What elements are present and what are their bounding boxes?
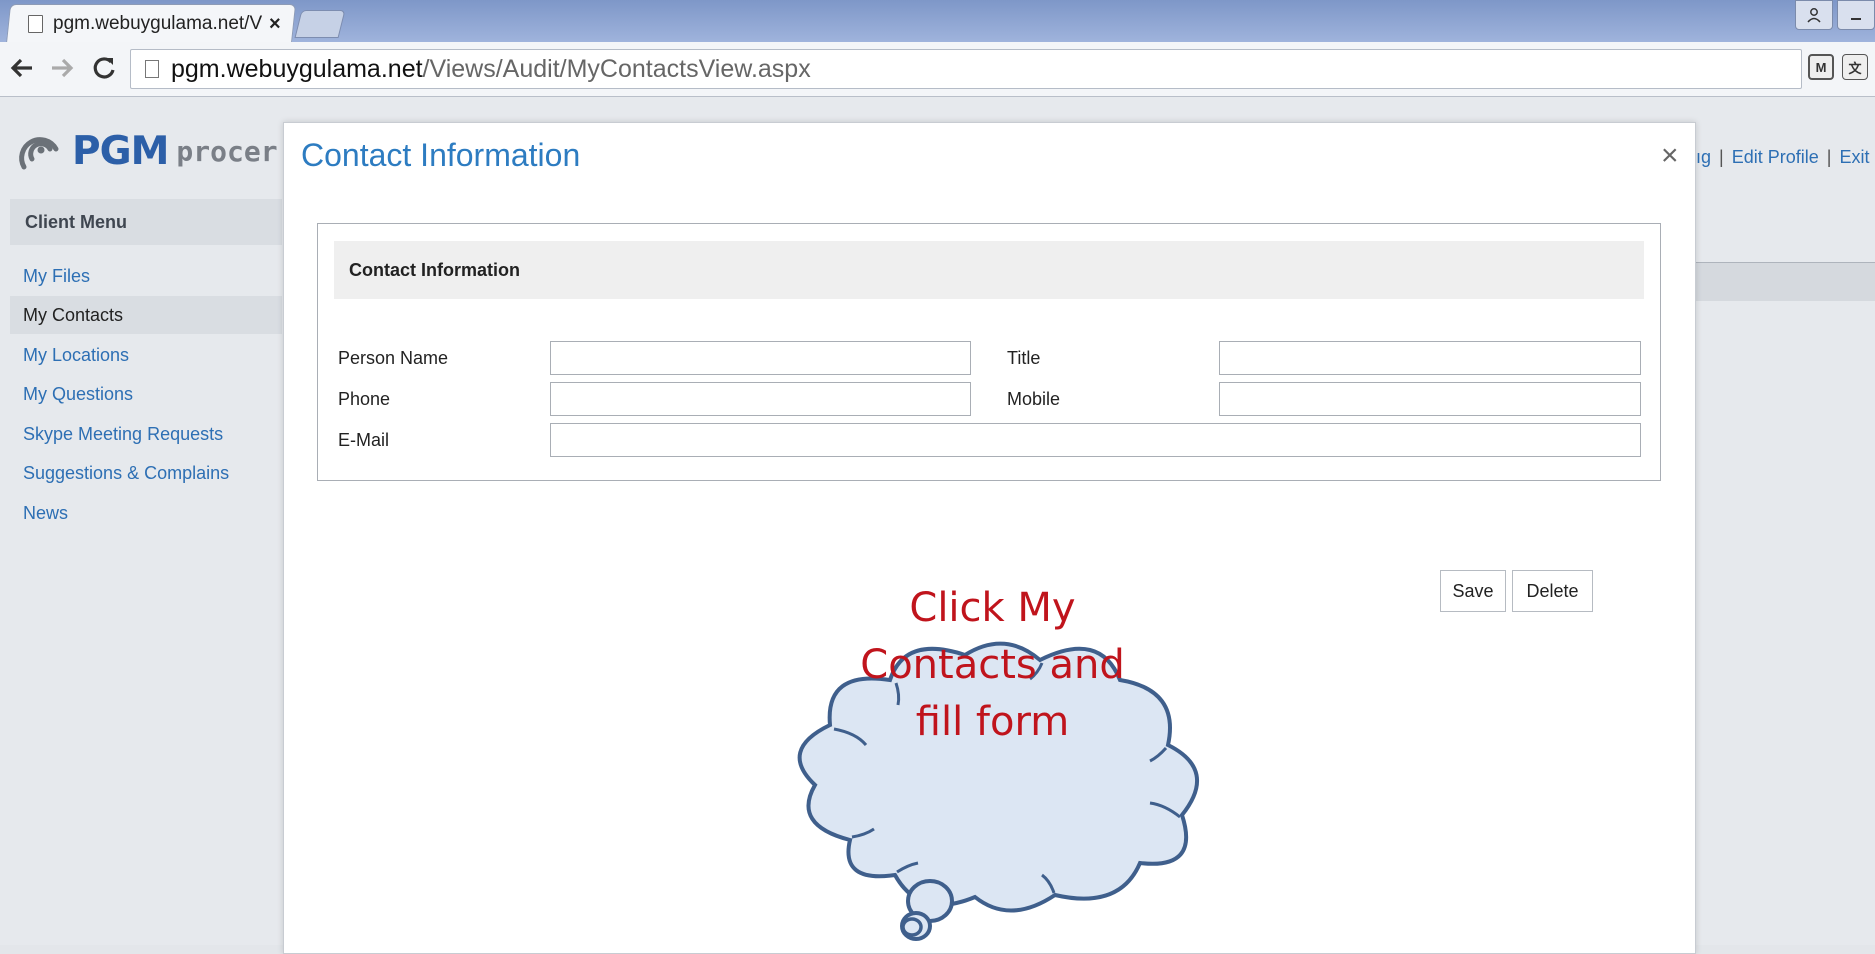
logo-mark-icon (16, 127, 64, 175)
panel-header: Contact Information (334, 241, 1644, 299)
sidebar-item-label: Skype Meeting Requests (23, 423, 224, 444)
page-icon (145, 60, 159, 78)
page: PGM procer Client Menu My Files My Conta… (0, 97, 1875, 954)
person-name-label: Person Name (338, 348, 449, 368)
sidebar-item-my-contacts[interactable]: My Contacts (10, 296, 282, 334)
window-controls (1795, 0, 1875, 30)
email-input[interactable] (550, 423, 1641, 457)
phone-input[interactable] (550, 382, 971, 416)
user-profile-icon[interactable] (1795, 0, 1833, 30)
phone-label: Phone (338, 389, 391, 409)
callout-line: Contacts and (860, 642, 1125, 688)
reload-button[interactable] (90, 50, 118, 95)
sidebar-header: Client Menu (10, 199, 282, 245)
page-icon (28, 15, 43, 33)
browser-tab-title: pgm.webuygulama.net/Vi (53, 13, 263, 34)
exit-link[interactable]: Exit (1839, 147, 1869, 167)
new-tab-button[interactable] (294, 10, 346, 38)
url-host: pgm.webuygulama.net (171, 54, 423, 83)
sidebar-item-suggestions-complains[interactable]: Suggestions & Complains (10, 454, 282, 492)
content-header-bar (1695, 262, 1875, 301)
panel-title: Contact Information (349, 259, 520, 280)
sidebar-item-my-locations[interactable]: My Locations (10, 336, 282, 374)
forward-button[interactable] (48, 50, 76, 95)
mobile-input[interactable] (1219, 382, 1641, 416)
person-name-input[interactable] (550, 341, 971, 375)
callout-line: Click My (909, 585, 1076, 631)
logo-brand: PGM (72, 128, 169, 174)
tab-close-icon[interactable]: × (269, 13, 281, 36)
sidebar-header-label: Client Menu (25, 211, 127, 232)
top-link-partial[interactable]: ıg (1696, 147, 1711, 167)
save-button[interactable]: Save (1440, 570, 1506, 612)
callout-line: fill form (915, 699, 1070, 745)
separator: | (1719, 147, 1724, 167)
sidebar-item-label: My Questions (23, 383, 134, 404)
sidebar-item-news[interactable]: News (10, 494, 282, 532)
sidebar-item-label: My Contacts (23, 304, 124, 325)
logo: PGM procer (16, 127, 278, 175)
top-links: ıg | Edit Profile | Exit (1696, 147, 1869, 168)
modal-title: Contact Information (301, 137, 581, 173)
browser-tab[interactable]: pgm.webuygulama.net/Vi × (20, 6, 290, 42)
close-icon[interactable]: × (1661, 141, 1679, 171)
back-arrow-icon (10, 58, 32, 78)
delete-button[interactable]: Delete (1512, 570, 1593, 612)
logo-suffix: procer (176, 134, 278, 168)
sidebar-item-skype-meeting-requests[interactable]: Skype Meeting Requests (10, 415, 282, 453)
contact-form-panel: Contact Information Person Name Title Ph… (317, 223, 1661, 481)
reload-icon (93, 57, 115, 79)
url-path: /Views/Audit/MyContactsView.aspx (422, 54, 811, 83)
extension-icon[interactable]: M (1808, 54, 1834, 80)
sidebar-item-my-questions[interactable]: My Questions (10, 375, 282, 413)
title-label: Title (1007, 348, 1041, 368)
sidebar-item-label: My Files (23, 265, 90, 286)
translate-extension-icon[interactable]: 文 (1842, 54, 1868, 80)
sidebar-item-my-files[interactable]: My Files (10, 257, 282, 295)
title-input[interactable] (1219, 341, 1641, 375)
back-button[interactable] (8, 50, 36, 95)
mobile-label: Mobile (1007, 389, 1061, 409)
sidebar-item-label: Suggestions & Complains (23, 462, 230, 483)
separator: | (1826, 147, 1832, 167)
sidebar-item-label: News (23, 502, 69, 523)
callout-text: Click My Contacts and fill form (830, 580, 1155, 751)
email-label: E-Mail (338, 430, 390, 450)
browser-tab-strip: pgm.webuygulama.net/Vi × (0, 0, 1875, 42)
address-bar[interactable]: pgm.webuygulama.net/Views/Audit/MyContac… (130, 49, 1802, 89)
sidebar-item-label: My Locations (23, 344, 130, 365)
browser-toolbar: pgm.webuygulama.net/Views/Audit/MyContac… (0, 42, 1875, 97)
edit-profile-link[interactable]: Edit Profile (1732, 147, 1819, 167)
minimize-icon[interactable] (1837, 0, 1875, 30)
forward-arrow-icon (52, 58, 74, 78)
